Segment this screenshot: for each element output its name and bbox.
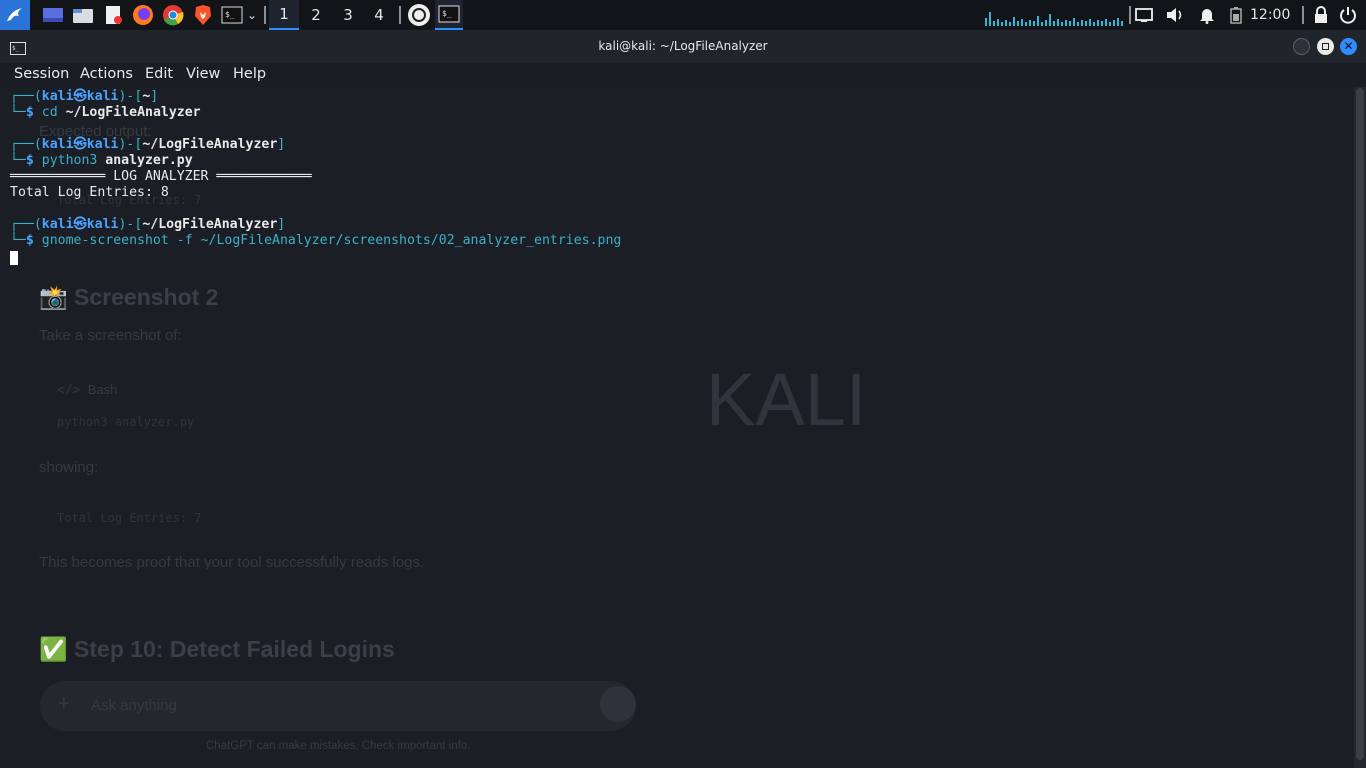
menu-bar: Session Actions Edit View Help <box>0 63 1366 87</box>
chatgpt-icon[interactable] <box>405 0 433 30</box>
chevron-down-icon[interactable]: ⌄ <box>244 0 260 30</box>
power-icon[interactable] <box>1337 0 1359 30</box>
panel-clock[interactable]: 12:00 <box>1250 0 1290 30</box>
menu-help[interactable]: Help <box>233 63 266 87</box>
menu-edit[interactable]: Edit <box>145 63 173 87</box>
command-line-1: └─$ cd ~/LogFileAnalyzer <box>10 105 201 120</box>
ghost-cmd: python3 analyzer.py <box>57 415 195 429</box>
ghost-showing: showing: <box>39 459 99 476</box>
battery-icon <box>1226 0 1246 30</box>
volume-icon[interactable] <box>1164 0 1186 30</box>
ghost-bash-label: </> Bash <box>57 382 117 398</box>
workspace-3[interactable]: 3 <box>333 0 363 30</box>
workspace-1[interactable]: 1 <box>269 0 299 30</box>
minimize-button[interactable] <box>1293 38 1310 55</box>
menu-session[interactable]: Session <box>14 63 69 87</box>
plus-icon: + <box>58 693 70 715</box>
chrome-icon[interactable] <box>160 0 186 30</box>
maximize-button[interactable] <box>1317 38 1334 55</box>
terminal-cursor <box>10 251 18 265</box>
ghost-take-screenshot: Take a screenshot of: <box>39 327 182 344</box>
firefox-icon[interactable] <box>130 0 156 30</box>
command-line-3: └─$ gnome-screenshot -f ~/LogFileAnalyze… <box>10 233 622 248</box>
terminal-icon[interactable]: $_ <box>219 0 245 30</box>
panel-separator <box>1129 6 1131 24</box>
maximize-icon <box>1322 43 1329 50</box>
ghost-bash-text: Bash <box>87 382 118 397</box>
ghost-disclaimer: ChatGPT can make mistakes. Check importa… <box>206 740 471 752</box>
close-icon: ✕ <box>1343 39 1354 53</box>
panel-separator <box>1302 6 1304 24</box>
kali-watermark: KALI <box>706 358 867 441</box>
terminal-area[interactable]: Expected output: Total Log Entries: 7 📸 … <box>0 87 1354 768</box>
code-icon: </> <box>57 383 81 398</box>
output-banner: ════════════ LOG ANALYZER ════════════ <box>10 169 312 184</box>
window-title: kali@kali: ~/LogFileAnalyzer <box>598 39 768 53</box>
brave-icon[interactable] <box>190 0 216 30</box>
ghost-ask-box: + Ask anything <box>40 681 636 731</box>
show-desktop-icon[interactable] <box>40 0 66 30</box>
panel-separator <box>399 6 401 24</box>
bell-icon[interactable] <box>1196 0 1218 30</box>
menu-actions[interactable]: Actions <box>80 63 133 87</box>
output-total-entries: Total Log Entries: 8 <box>10 185 169 200</box>
workspace-2[interactable]: 2 <box>301 0 331 30</box>
terminal-window-icon[interactable]: $_ <box>435 0 463 30</box>
ghost-step10: ✅ Step 10: Detect Failed Logins <box>39 636 395 662</box>
menu-view[interactable]: View <box>186 63 220 87</box>
panel-separator <box>264 6 266 24</box>
cpu-graph-icon <box>985 0 1127 30</box>
ghost-ask: Ask anything <box>91 697 177 714</box>
svg-text:$_: $_ <box>225 10 235 19</box>
command-line-2: └─$ python3 analyzer.py <box>10 153 193 168</box>
window-titlebar[interactable]: $_ kali@kali: ~/LogFileAnalyzer ✕ <box>0 30 1366 63</box>
lock-icon[interactable] <box>1310 0 1332 30</box>
ghost-screenshot-heading: 📸 Screenshot 2 <box>39 284 219 310</box>
prompt-line-2: ┌──(kali㉿kali)-[~/LogFileAnalyzer] <box>10 137 286 152</box>
prompt-line-3: ┌──(kali㉿kali)-[~/LogFileAnalyzer] <box>10 217 286 232</box>
text-editor-icon[interactable] <box>100 0 126 30</box>
svg-text:$_: $_ <box>442 9 452 18</box>
ghost-entries-2: Total Log Entries: 7 <box>57 511 202 525</box>
prompt-line-1: ┌──(kali㉿kali)-[~] <box>10 89 159 104</box>
close-button[interactable]: ✕ <box>1340 38 1357 55</box>
top-panel: $_ ⌄ 1 2 3 4 $_ 12:00 <box>0 0 1366 30</box>
workspace-4[interactable]: 4 <box>364 0 394 30</box>
voice-icon <box>600 686 636 722</box>
display-icon[interactable] <box>1133 0 1155 30</box>
scrollbar-thumb[interactable] <box>1356 88 1364 760</box>
file-manager-icon[interactable] <box>70 0 96 30</box>
kali-menu-icon[interactable] <box>0 0 30 30</box>
ghost-proof: This becomes proof that your tool succes… <box>39 554 425 571</box>
